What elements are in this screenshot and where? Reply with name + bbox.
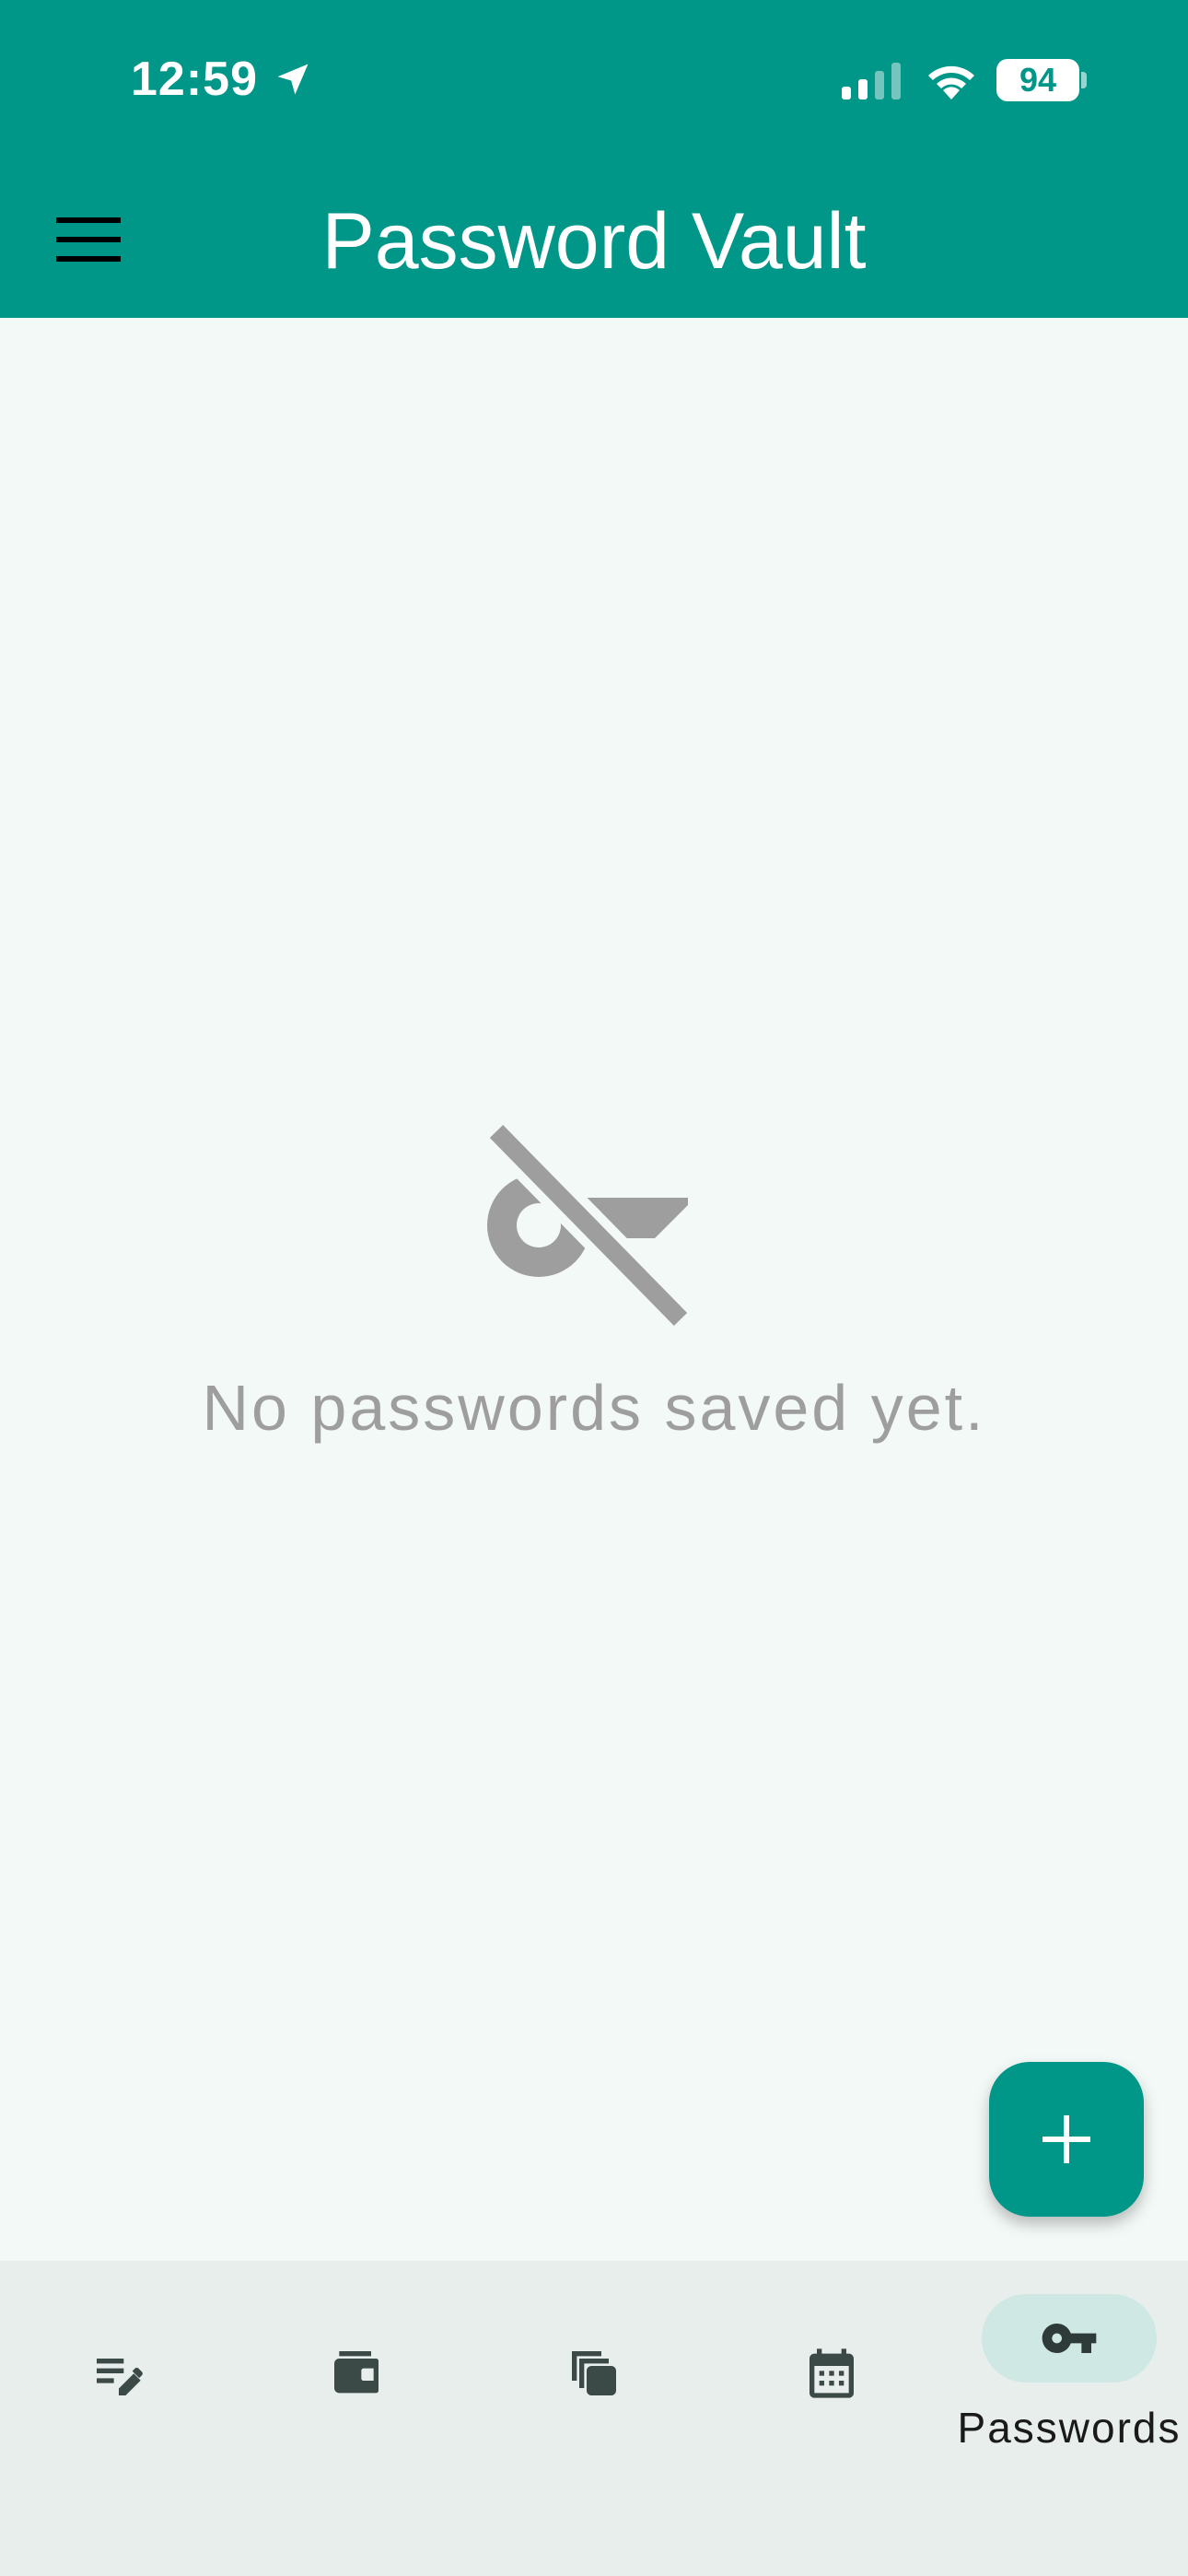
nav-active-pill [982, 2294, 1157, 2383]
nav-item-calendar[interactable] [713, 2261, 950, 2482]
nav-item-wallet[interactable] [238, 2261, 475, 2482]
nav-icon-container [744, 2329, 919, 2418]
password-vault-screen: 12:59 94 Password Vault No passwords sav… [0, 0, 1188, 2576]
battery-tip [1081, 72, 1087, 88]
status-time: 12:59 [131, 53, 258, 106]
nav-icon-container [269, 2329, 444, 2418]
battery-icon: 94 [996, 59, 1079, 101]
stacked-cards-icon [572, 2351, 616, 2395]
calendar-icon [809, 2348, 854, 2398]
wallet-icon [334, 2351, 379, 2394]
nav-item-notes[interactable] [0, 2261, 238, 2482]
cellular-signal-icon [842, 63, 901, 100]
plus-icon [1042, 2115, 1090, 2163]
key-off-icon [483, 1124, 694, 1327]
wifi-icon [928, 65, 974, 100]
nav-icon-container [507, 2329, 681, 2418]
nav-label-passwords: Passwords [957, 2404, 1182, 2452]
empty-state: No passwords saved yet. [0, 1124, 1188, 1445]
location-arrow-icon [277, 64, 309, 95]
notes-edit-icon [97, 2359, 143, 2395]
app-bar: 12:59 94 Password Vault [0, 0, 1188, 318]
add-password-button[interactable] [989, 2062, 1144, 2217]
nav-item-cards[interactable] [475, 2261, 713, 2482]
nav-icon-container [31, 2329, 206, 2418]
page-title: Password Vault [321, 197, 867, 286]
bottom-navigation: Passwords [0, 2261, 1188, 2576]
key-icon [1042, 2324, 1097, 2353]
nav-item-passwords[interactable]: Passwords [950, 2261, 1188, 2482]
empty-message: No passwords saved yet. [202, 1372, 986, 1444]
